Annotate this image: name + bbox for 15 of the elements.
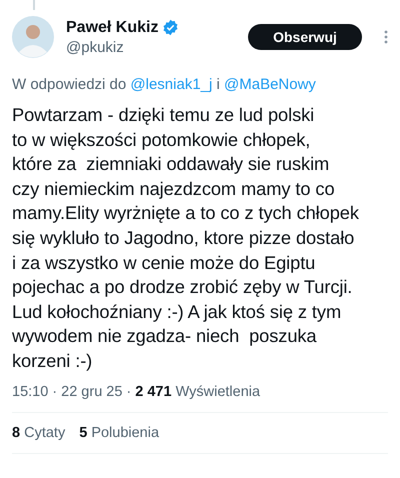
views-count: 2 471 bbox=[135, 384, 172, 400]
post-time[interactable]: 15:10 bbox=[12, 384, 48, 400]
more-icon[interactable] bbox=[384, 30, 388, 44]
tweet-text: Powtarzam - dzięki temu ze lud polski to w większości potomkowie chłopek, które za ziemniaki oddawały sie ruskim czy niemieckim najezdzcom mamy to co mamy.Elity wyrżnięte a to co z tych chłopek się wykluło to Jagodno, ktore pizze dostało i za wszystko w cenie może do Egiptu pojechac a po drodze zrobić zęby w Turcji. Lud kołochoźniany :-) A jak ktoś się z tym wywodem nie zgadza- niech poszuka korzeni :-) bbox=[12, 103, 360, 373]
author-handle[interactable]: @pkukiz bbox=[66, 38, 236, 56]
post-date[interactable]: 22 gru 25 bbox=[61, 384, 122, 400]
reply-context: W odpowiedzi do @lesniak1_j i @MaBeNowy bbox=[12, 76, 317, 93]
separator: · bbox=[126, 384, 132, 400]
separator: · bbox=[52, 384, 58, 400]
views-label: Wyświetlenia bbox=[176, 384, 260, 400]
avatar[interactable] bbox=[12, 16, 54, 58]
author-name[interactable]: Paweł Kukiz bbox=[66, 18, 158, 36]
follow-button[interactable]: Obserwuj bbox=[248, 24, 362, 50]
stat-link[interactable]: 8 Cytaty bbox=[12, 424, 66, 441]
stat-link[interactable]: 5 Polubienia bbox=[79, 424, 160, 441]
